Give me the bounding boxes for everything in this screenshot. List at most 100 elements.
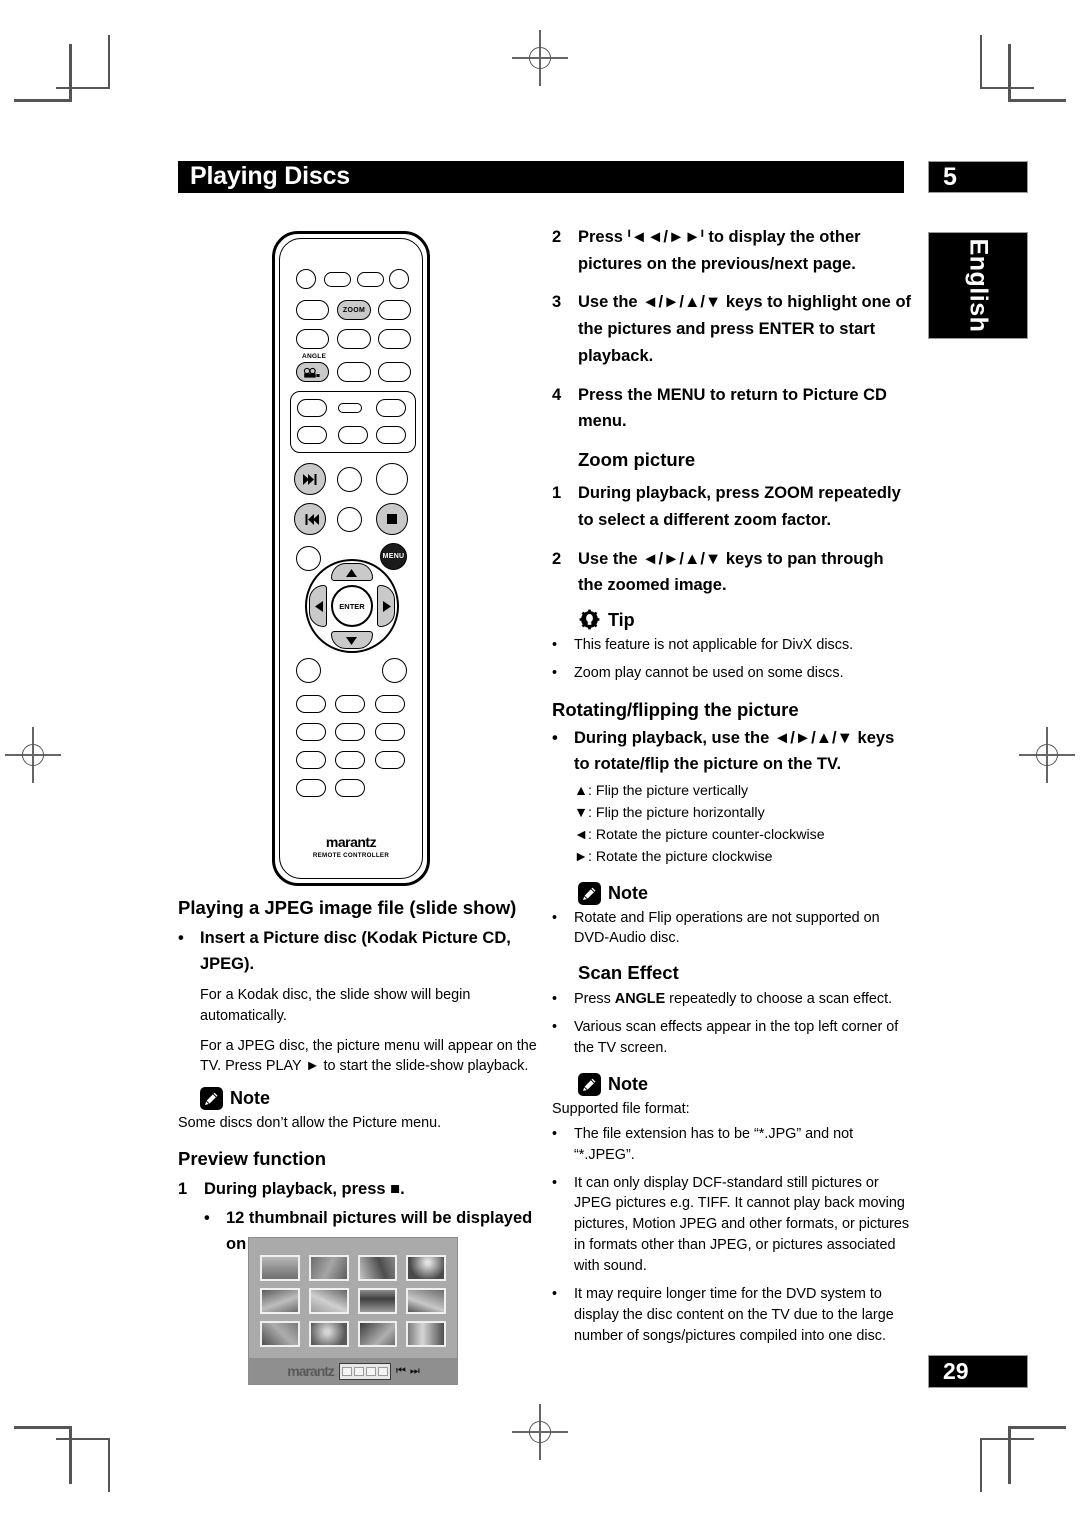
film-strip-icon: [338, 1362, 391, 1380]
remote-button-r4c3: [378, 362, 411, 382]
thumbnail-item: [308, 1321, 349, 1347]
dpad-up: [331, 563, 373, 581]
thumbnail-item: [406, 1321, 446, 1347]
pencil-note-icon: [200, 1087, 223, 1111]
remote-button-enter: ENTER: [331, 585, 373, 627]
tip-label: Tip: [608, 609, 635, 630]
note-callout-header: Note: [200, 1087, 538, 1111]
remote-button-g1c2: [338, 403, 362, 413]
remote-button-r1c1: [296, 269, 316, 289]
left-column: Playing a JPEG image file (slide show) •…: [178, 896, 538, 1260]
remote-dpad: ENTER: [305, 559, 399, 653]
crop-mark-top-right-inner: [980, 35, 1034, 89]
skip-next-icon: [303, 474, 317, 485]
remote-button-g1c3: [376, 399, 406, 417]
bullet-dot: •: [552, 991, 558, 1008]
list-item-text: Various scan effects appear in the top l…: [574, 1019, 899, 1057]
step-number: 4: [552, 385, 562, 404]
remote-button-t1c3: [376, 463, 408, 495]
page-title: Playing Discs: [190, 161, 350, 190]
bullet-dot: •: [552, 909, 558, 926]
remote-button-g1c1: [297, 399, 327, 417]
remote-button-k1c3: [375, 695, 405, 713]
arrow-left-icon: [315, 601, 323, 612]
pencil-note-icon: [578, 881, 601, 905]
step-number: 2: [552, 228, 562, 246]
right-column: 2 Press ᑊ◄◄/►►ᑊ to display the other pic…: [552, 224, 912, 1354]
section-title-preview-function: Preview function: [178, 1148, 327, 1170]
list-item: • Rotate and Flip operations are not sup…: [552, 908, 912, 950]
paragraph-kodak: For a Kodak disc, the slide show will be…: [200, 986, 471, 1024]
key-legend-down: ▼: Flip the picture horizontally: [574, 804, 765, 821]
list-item-text: The file extension has to be “*.JPG” and…: [574, 1125, 854, 1163]
remote-brand-logo: marantz: [325, 834, 377, 850]
chapter-number-badge: 5: [928, 161, 1028, 193]
step-text: During playback, press ZOOM repeatedly t…: [578, 484, 901, 529]
thumbnail-item: [357, 1255, 398, 1281]
remote-button-stop: [376, 503, 408, 535]
stop-icon: [387, 514, 397, 524]
thumbnail-grid: [260, 1255, 446, 1347]
remote-button-k3c1: [296, 751, 326, 769]
registration-mark-bottom: [512, 1404, 568, 1460]
arrow-down-icon: [346, 637, 357, 645]
bullet-dot: •: [552, 1285, 558, 1302]
list-item-text: Insert a Picture disc (Kodak Picture CD,…: [200, 929, 511, 974]
list-item-text: It may require longer time for the DVD s…: [574, 1285, 894, 1344]
remote-button-r3c1: [296, 329, 329, 349]
list-item: • It can only display DCF-standard still…: [552, 1173, 912, 1277]
list-item: • Insert a Picture disc (Kodak Picture C…: [178, 925, 538, 978]
step-item: 3 Use the ◄/►/▲/▼ keys to highlight one …: [552, 289, 912, 369]
remote-button-r1c4: [389, 269, 409, 289]
skip-next-icon: ⏭: [409, 1364, 420, 1377]
tv-brand-logo: marantz: [287, 1363, 335, 1379]
thumbnail-item: [260, 1321, 300, 1347]
pencil-note-icon: [578, 1072, 601, 1096]
thumbnail-item: [308, 1255, 349, 1281]
remote-label-angle: ANGLE: [302, 353, 327, 360]
remote-button-r1c2: [324, 272, 351, 287]
dpad-right: [377, 585, 395, 627]
page-header-bar: Playing Discs: [178, 161, 904, 193]
step-number: 1: [552, 484, 562, 503]
arrow-right-icon: [383, 601, 391, 612]
section-title-scan-effect: Scan Effect: [578, 962, 679, 984]
remote-button-k2c2: [335, 723, 365, 741]
crop-mark-top-left-inner: [56, 35, 110, 89]
step-item: 2 Use the ◄/►/▲/▼ keys to pan through th…: [552, 546, 912, 599]
bullet-dot: •: [552, 728, 558, 747]
registration-mark-left: [5, 727, 61, 783]
step-text: Use the ◄/►/▲/▼ keys to pan through the …: [578, 549, 884, 595]
list-item-text: This feature is not applicable for DivX …: [574, 636, 854, 653]
bullet-dot: •: [552, 664, 558, 681]
remote-button-zoom: ZOOM: [337, 300, 371, 320]
key-legend-left: ◄: Rotate the picture counter-clockwise: [574, 826, 825, 843]
remote-button-t1c2: [337, 467, 362, 492]
thumbnail-item: [357, 1321, 398, 1347]
remote-button-g2c2: [338, 426, 368, 444]
key-legend-up: ▲: Flip the picture vertically: [574, 782, 749, 799]
list-item: • The file extension has to be “*.JPG” a…: [552, 1124, 912, 1166]
preview-step-1: 1 During playback, press ■.: [178, 1176, 538, 1203]
step-text: Use the ◄/►/▲/▼ keys to highlight one of…: [578, 293, 912, 365]
note-label: Note: [230, 1088, 270, 1109]
list-item: • During playback, use the ◄/►/▲/▼ keys …: [552, 725, 912, 778]
camera-angle-icon: [303, 367, 320, 378]
bullet-dot: •: [552, 1174, 558, 1191]
step-item: 1 During playback, press ZOOM repeatedly…: [552, 480, 912, 533]
note-intro-supported-format: Supported file format:: [552, 1100, 690, 1117]
skip-previous-icon: ⏮: [395, 1364, 406, 1377]
tv-bottom-bar: marantz ⏮ ⏭: [249, 1358, 457, 1384]
remote-button-r2c1: [296, 300, 329, 320]
remote-button-previous: [294, 503, 326, 535]
dpad-left: [309, 585, 327, 627]
remote-button-k2c1: [296, 723, 326, 741]
remote-button-k1c2: [335, 695, 365, 713]
remote-button-k4c1: [296, 779, 326, 797]
remote-button-angle: [296, 362, 329, 382]
thumbnail-item: [406, 1255, 446, 1281]
registration-mark-top: [512, 30, 568, 86]
section-title-jpeg-slideshow: Playing a JPEG image file (slide show): [178, 897, 517, 918]
remote-button-g2c1: [297, 426, 327, 444]
remote-button-k3c3: [375, 751, 405, 769]
